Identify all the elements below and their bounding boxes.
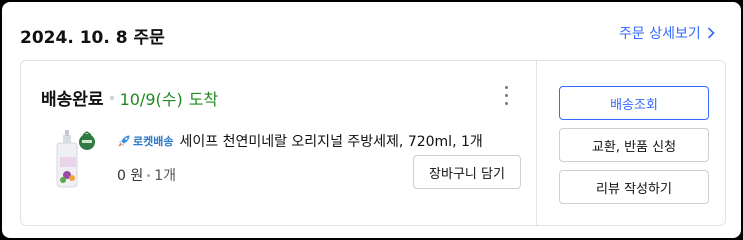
order-detail-link[interactable]: 주문 상세보기 xyxy=(619,23,715,43)
chevron-right-icon xyxy=(707,27,715,39)
rocket-delivery-badge: 로켓배송 xyxy=(117,133,173,149)
more-dot xyxy=(504,101,508,105)
price-line: 0 원 1개 xyxy=(117,165,176,185)
delivery-status: 배송완료 xyxy=(41,90,104,110)
product-line: 로켓배송 세이프 천연미네랄 오리지널 주방세제, 720ml, 1개 xyxy=(117,131,483,151)
order-card-frame: 2024. 10. 8 주문 주문 상세보기 배송완료 10/9(수) 도착 로… xyxy=(2,2,741,238)
order-detail-label: 주문 상세보기 xyxy=(619,26,701,42)
add-to-cart-button[interactable]: 장바구니 담기 xyxy=(413,155,521,189)
product-price: 0 원 xyxy=(117,168,144,184)
shipment-card: 배송완료 10/9(수) 도착 로켓배송 세이프 천연미네랄 오리지널 주방세제… xyxy=(20,60,726,226)
shipment-status-row: 배송완료 10/9(수) 도착 xyxy=(41,85,219,111)
more-dot xyxy=(504,93,508,97)
track-delivery-button[interactable]: 배송조회 xyxy=(559,86,709,120)
separator-dot xyxy=(147,173,151,177)
exchange-return-button[interactable]: 교환, 반품 신청 xyxy=(559,128,709,162)
more-options-icon[interactable] xyxy=(499,83,513,107)
product-image[interactable] xyxy=(51,129,99,189)
product-name[interactable]: 세이프 천연미네랄 오리지널 주방세제, 720ml, 1개 xyxy=(179,131,482,151)
rocket-delivery-label: 로켓배송 xyxy=(133,135,174,148)
product-quantity: 1개 xyxy=(154,168,177,184)
arrival-date: 10/9(수) xyxy=(119,89,183,109)
separator-dot xyxy=(109,95,114,100)
more-dot xyxy=(504,85,508,89)
arrival-suffix: 도착 xyxy=(188,89,219,109)
rocket-icon xyxy=(118,135,130,147)
order-date-title: 2024. 10. 8 주문 xyxy=(20,28,165,48)
write-review-button[interactable]: 리뷰 작성하기 xyxy=(559,170,709,204)
shipment-main: 배송완료 10/9(수) 도착 로켓배송 세이프 천연미네랄 오리지널 주방세제… xyxy=(21,61,537,225)
